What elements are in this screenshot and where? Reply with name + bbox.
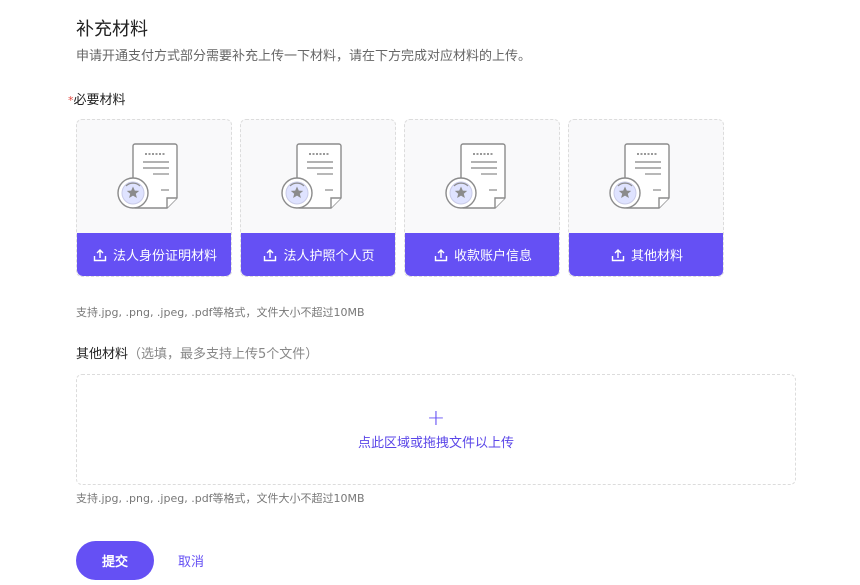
submit-button[interactable]: 提交 (76, 541, 154, 580)
optional-format-hint: 支持.jpg, .png, .jpeg, .pdf等格式，文件大小不超过10MB (76, 492, 365, 505)
required-materials-text: 必要材料 (73, 93, 126, 108)
upload-icon (93, 248, 107, 261)
upload-card-legal-id[interactable]: 法人身份证明材料 (76, 119, 232, 277)
upload-icon (611, 248, 625, 261)
upload-card-label: 法人护照个人页 (283, 249, 375, 264)
upload-icon (264, 248, 277, 261)
upload-card-account-info[interactable]: 收款账户信息 (404, 119, 560, 277)
upload-card-label: 其他材料 (630, 249, 683, 264)
upload-button[interactable]: 其他材料 (569, 233, 723, 276)
optional-materials-label: 其他材料（选填，最多支持上传5个文件） (76, 347, 318, 363)
required-format-hint: 支持.jpg, .png, .jpeg, .pdf等格式，文件大小不超过10MB (76, 306, 365, 319)
supplementary-materials-page: 补充材料 申请开通支付方式部分需要补充上传一下材料，请在下方完成对应材料的上传。… (0, 0, 860, 585)
upload-button[interactable]: 法人身份证明材料 (77, 233, 231, 276)
file-dropzone[interactable]: + 点此区域或拖拽文件以上传 (76, 374, 796, 485)
upload-card-label: 收款账户信息 (453, 249, 532, 264)
upload-icon (434, 248, 448, 261)
optional-materials-text: 其他材料 (76, 347, 129, 362)
page-subtitle: 申请开通支付方式部分需要补充上传一下材料，请在下方完成对应材料的上传。 (76, 49, 532, 64)
cancel-button[interactable]: 取消 (178, 551, 204, 570)
document-certificate-icon (241, 120, 395, 233)
document-certificate-icon (569, 120, 723, 233)
upload-card-other[interactable]: 其他材料 (568, 119, 724, 277)
required-materials-label: *必要材料 (68, 93, 126, 109)
upload-button[interactable]: 法人护照个人页 (241, 233, 395, 276)
page-title: 补充材料 (76, 19, 148, 40)
document-certificate-icon (77, 120, 231, 233)
dropzone-text: 点此区域或拖拽文件以上传 (357, 435, 514, 451)
upload-button[interactable]: 收款账户信息 (405, 233, 559, 276)
document-certificate-icon (405, 120, 559, 233)
plus-icon: + (426, 405, 446, 431)
upload-card-legal-passport[interactable]: 法人护照个人页 (240, 119, 396, 277)
required-upload-cards: 法人身份证明材料 法人护照个人页 收款账户信息 其他材料 (76, 119, 724, 277)
optional-materials-note: （选填，最多支持上传5个文件） (128, 347, 319, 362)
upload-card-label: 法人身份证明材料 (112, 249, 217, 264)
